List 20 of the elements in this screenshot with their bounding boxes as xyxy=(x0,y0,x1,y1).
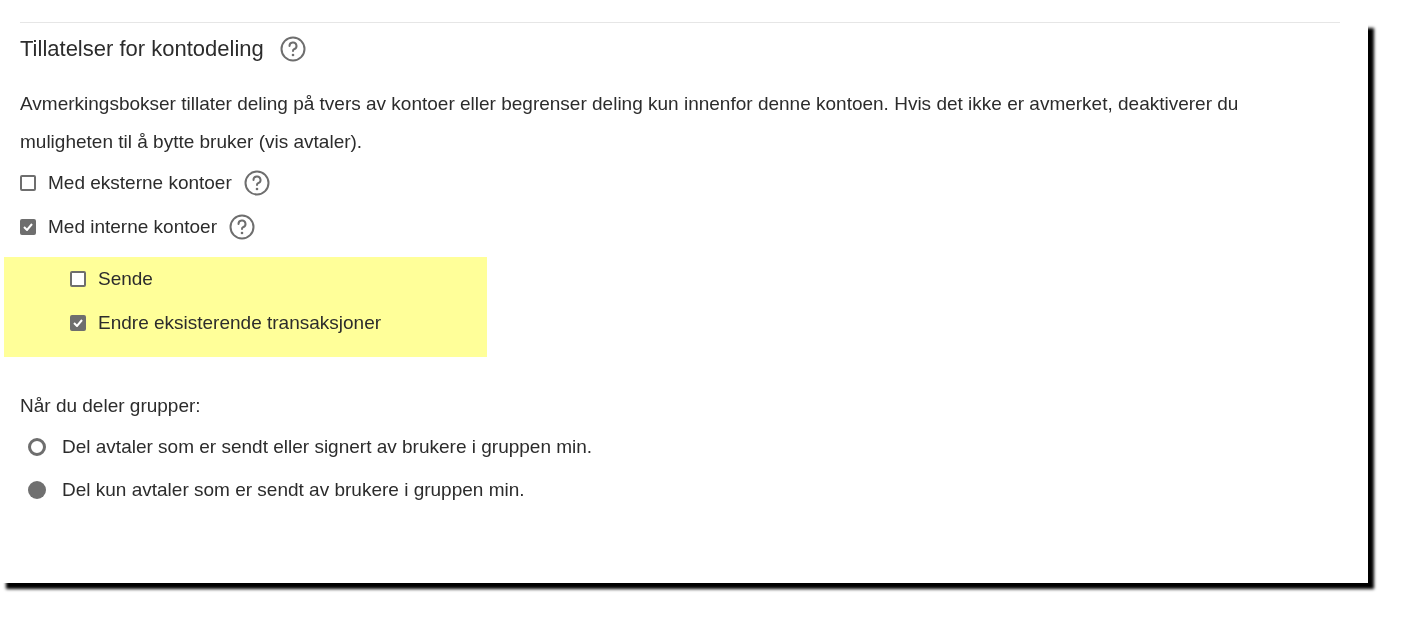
radio-button[interactable] xyxy=(28,480,46,499)
section-title: Tillatelser for kontodeling xyxy=(20,36,264,62)
help-icon[interactable] xyxy=(279,36,306,62)
description-text: Avmerkingsbokser tillater deling på tvers av kontoer eller begrenser deling kun innenfor denne kontoen. Hvis det ikke er avmerket, deaktiverer du muligheten til å bytte bruker (vis avtaler). xyxy=(20,92,1240,154)
help-icon[interactable] xyxy=(229,214,255,240)
radio-label: Del avtaler som er sendt eller signert av brukere i gruppen min. xyxy=(62,435,593,458)
help-icon[interactable] xyxy=(243,170,270,196)
radio-button[interactable] xyxy=(28,437,46,456)
checkbox-label: Med interne kontoer xyxy=(48,216,217,238)
group-sharing-label: Når du deler grupper: xyxy=(20,394,202,418)
checkbox[interactable] xyxy=(70,271,86,287)
checkbox-label: Med eksterne kontoer xyxy=(48,172,232,194)
radio-label: Del kun avtaler som er sendt av brukere i gruppen min. xyxy=(62,478,525,501)
checkbox-label: Endre eksisterende transaksjoner xyxy=(98,312,382,334)
checkbox-label: Sende xyxy=(98,268,153,290)
checkbox[interactable] xyxy=(70,315,86,331)
checkbox[interactable] xyxy=(20,219,36,235)
check-icon xyxy=(23,223,33,231)
checkbox[interactable] xyxy=(20,175,36,191)
check-icon xyxy=(73,319,83,327)
